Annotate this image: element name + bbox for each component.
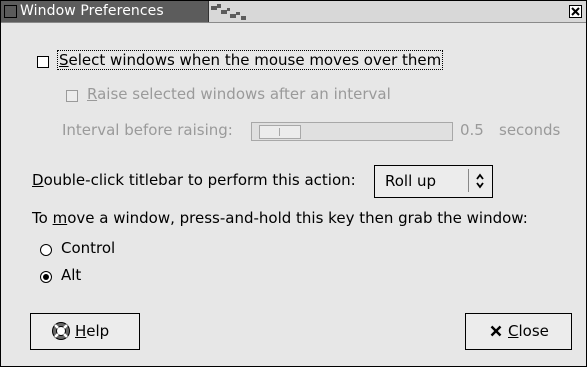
help-button-label: Help <box>75 322 110 340</box>
raise-windows-label: Raise selected windows after an interval <box>87 85 391 103</box>
interval-value: 0.5 <box>460 121 484 139</box>
interval-unit: seconds <box>499 121 561 139</box>
help-lifebuoy-icon <box>52 322 70 340</box>
raise-windows-checkbox[interactable] <box>66 90 78 102</box>
window-preferences-dialog: Window Preferences Select windows when t… <box>0 0 587 367</box>
radio-alt-label[interactable]: Alt <box>61 266 81 284</box>
double-click-action-select[interactable]: Roll up <box>374 165 493 198</box>
titlebar[interactable]: Window Preferences <box>1 1 586 23</box>
radio-alt[interactable] <box>40 271 52 283</box>
help-button[interactable]: Help <box>30 313 140 350</box>
radio-control[interactable] <box>40 244 52 256</box>
close-button[interactable]: Close <box>465 313 572 350</box>
focus-follows-mouse-checkbox[interactable] <box>37 56 49 68</box>
double-click-label: Double-click titlebar to perform this ac… <box>32 171 356 189</box>
close-window-icon[interactable] <box>569 5 582 18</box>
double-click-action-value: Roll up <box>385 172 437 190</box>
close-x-icon <box>490 325 502 337</box>
updown-arrows-icon <box>476 173 484 189</box>
close-button-label: Close <box>508 322 549 340</box>
window-menu-icon[interactable] <box>4 5 17 18</box>
focus-follows-mouse-label[interactable]: Select windows when the mouse moves over… <box>57 50 444 70</box>
radio-control-label[interactable]: Control <box>61 239 115 257</box>
move-key-label: To move a window, press-and-hold this ke… <box>32 209 528 227</box>
title-tab: Window Preferences <box>1 1 209 22</box>
titlebar-decoration-icon <box>211 4 246 20</box>
interval-slider[interactable] <box>251 122 453 141</box>
window-title: Window Preferences <box>20 3 164 19</box>
interval-label: Interval before raising: <box>62 121 233 139</box>
interval-slider-thumb[interactable] <box>259 125 301 139</box>
